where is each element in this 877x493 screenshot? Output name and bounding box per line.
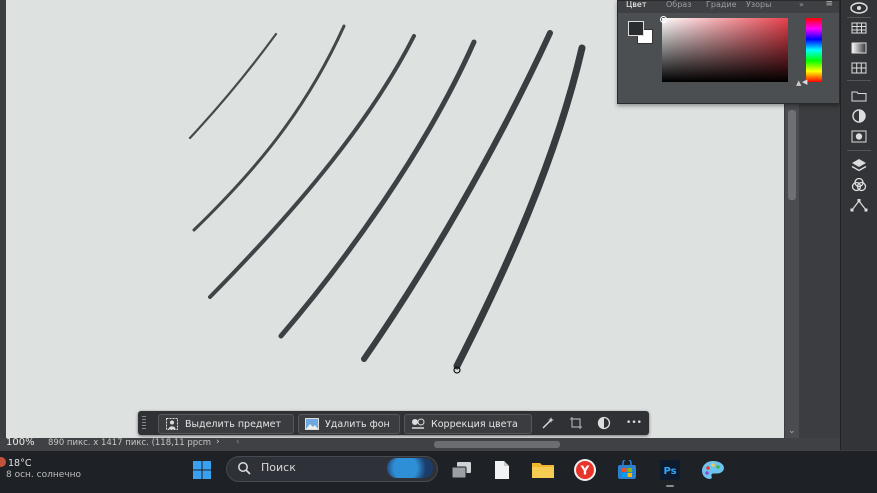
- toolbar-divider: [847, 80, 871, 81]
- color-correction-label: Коррекция цвета: [431, 418, 518, 430]
- status-bar: 100% 890 пикс. x 1417 пикс. (118,11 ppcm…: [0, 437, 840, 451]
- person-select-icon: [165, 418, 179, 430]
- gamut-warning-icon: ▲: [796, 79, 802, 87]
- adjustment-circle-icon[interactable]: [597, 416, 611, 430]
- tab-swatches[interactable]: Образ: [666, 0, 691, 9]
- select-subject-label: Выделить предмет: [185, 418, 282, 430]
- weather-icon[interactable]: [0, 457, 6, 467]
- yandex-browser-icon[interactable]: Y: [571, 456, 599, 484]
- panel-menu-icon[interactable]: ≡: [825, 0, 833, 9]
- brush-stroke-2: [192, 24, 346, 232]
- saturation-value-picker[interactable]: [662, 18, 788, 82]
- microsoft-store-icon[interactable]: [613, 456, 641, 484]
- more-options-icon[interactable]: •••: [625, 416, 643, 430]
- scroll-left-icon[interactable]: ‹: [236, 437, 240, 447]
- crop-transform-icon[interactable]: [569, 416, 583, 430]
- search-label: Поиск: [261, 461, 296, 474]
- document-info[interactable]: 890 пикс. x 1417 пикс. (118,11 ppcm: [48, 438, 211, 448]
- zoom-level[interactable]: 100%: [6, 437, 35, 448]
- search-icon: [238, 462, 251, 475]
- weather-description[interactable]: 8 осн. солнечно: [6, 470, 81, 480]
- gradient-icon[interactable]: [849, 40, 869, 56]
- contextual-task-bar: Выделить предмет Удалить фон Коррекция ц…: [138, 411, 649, 435]
- grid-icon[interactable]: [849, 60, 869, 76]
- remove-background-label: Удалить фон: [325, 418, 390, 430]
- paint-icon[interactable]: [699, 456, 727, 484]
- status-menu-icon[interactable]: ›: [216, 437, 220, 447]
- color-correction-button[interactable]: Коррекция цвета: [404, 414, 532, 434]
- adjust-icon[interactable]: [849, 108, 869, 124]
- panel-more-icon[interactable]: »: [799, 0, 804, 9]
- windows-start-icon[interactable]: [188, 456, 216, 484]
- brush-stroke-1: [188, 32, 278, 140]
- magic-wand-icon[interactable]: [541, 416, 555, 430]
- folder-icon[interactable]: [849, 88, 869, 104]
- horizontal-scroll-thumb[interactable]: [434, 441, 560, 448]
- color-panel: Цвет Образ Градие Узоры » ≡ ◀ ▲: [617, 0, 840, 104]
- active-app-indicator: [666, 485, 674, 487]
- color-picker-pointer[interactable]: [660, 16, 667, 23]
- remove-background-button[interactable]: Удалить фон: [298, 414, 400, 434]
- weather-temperature[interactable]: 18°C: [8, 458, 31, 469]
- vertical-scroll-thumb[interactable]: [788, 110, 796, 200]
- foreground-color-swatch[interactable]: [628, 21, 644, 36]
- yandex-browser-label: Y: [580, 464, 590, 478]
- taskbar-search-box[interactable]: Поиск: [226, 456, 438, 482]
- tab-color[interactable]: Цвет: [626, 0, 647, 9]
- photoshop-label: Ps: [663, 466, 676, 477]
- file-explorer-icon[interactable]: [529, 456, 557, 484]
- remove-background-icon: [305, 418, 319, 430]
- toolbar-divider: [847, 17, 871, 18]
- color-adjust-icon: [411, 418, 425, 430]
- search-highlight-image: [387, 458, 433, 478]
- hue-slider[interactable]: [806, 18, 822, 82]
- hue-pointer-icon[interactable]: ◀: [802, 78, 807, 86]
- brush-stroke-3: [208, 34, 416, 299]
- photoshop-icon[interactable]: Ps: [656, 456, 684, 487]
- masks-icon[interactable]: [849, 128, 869, 144]
- paths-icon[interactable]: [849, 197, 869, 213]
- foreground-background-swatches[interactable]: [628, 21, 654, 44]
- table-icon[interactable]: [849, 20, 869, 36]
- windows-taskbar: 18°C 8 осн. солнечно Поиск Y Ps: [0, 451, 877, 493]
- task-view-icon[interactable]: [448, 456, 476, 484]
- layers-icon[interactable]: [849, 157, 869, 173]
- scroll-down-icon[interactable]: ⌄: [788, 426, 796, 436]
- plugins-icon[interactable]: [849, 0, 869, 16]
- tab-gradients[interactable]: Градие: [706, 0, 737, 9]
- right-panel-toolbar: [840, 0, 877, 450]
- channels-icon[interactable]: [849, 177, 869, 193]
- tab-patterns[interactable]: Узоры: [746, 0, 771, 9]
- panel-tabs: Цвет Образ Градие Узоры » ≡: [618, 0, 839, 13]
- select-subject-button[interactable]: Выделить предмет: [158, 414, 294, 434]
- toolbar-divider: [847, 150, 871, 151]
- drag-handle[interactable]: [142, 416, 146, 430]
- file-icon[interactable]: [488, 456, 516, 484]
